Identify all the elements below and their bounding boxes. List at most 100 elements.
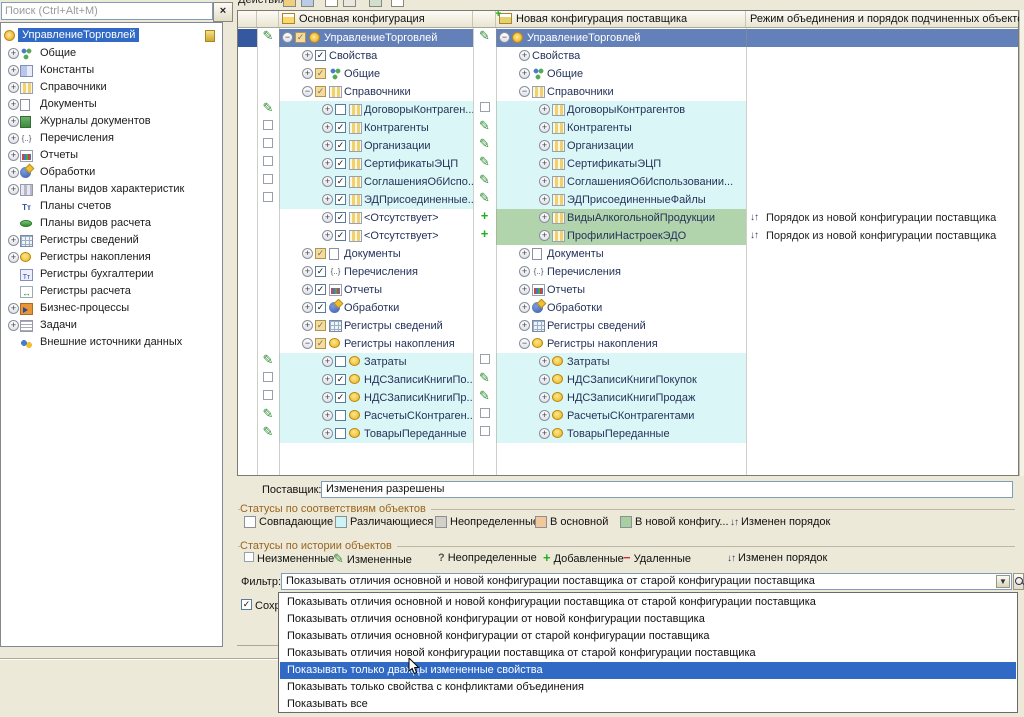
expander-icon[interactable]: + bbox=[322, 176, 333, 187]
sort-icon[interactable] bbox=[343, 0, 356, 7]
vendor-config-cell[interactable]: +ВидыАлкогольнойПродукции bbox=[496, 209, 746, 227]
sidebar-item[interactable]: +Общие bbox=[1, 45, 222, 62]
expander-icon[interactable]: + bbox=[302, 68, 313, 79]
sidebar-item[interactable]: Регистры расчета bbox=[1, 283, 222, 300]
main-config-cell[interactable]: +✓Общие bbox=[279, 65, 473, 83]
table-row[interactable]: +✓Контрагенты✎+Контрагенты bbox=[238, 119, 1018, 137]
expander-icon[interactable]: + bbox=[8, 320, 19, 331]
table-row[interactable]: +✓Отчеты+Отчеты bbox=[238, 281, 1018, 299]
table-row[interactable]: ✎+Затраты+Затраты bbox=[238, 353, 1018, 371]
expander-icon[interactable]: − bbox=[302, 86, 313, 97]
expander-icon[interactable]: + bbox=[322, 392, 333, 403]
sidebar-item[interactable]: +Обработки bbox=[1, 164, 222, 181]
merge-checkbox[interactable]: ✓ bbox=[315, 86, 326, 97]
table-row[interactable]: ✎+ТоварыПереданные+ТоварыПереданные bbox=[238, 425, 1018, 443]
merge-checkbox[interactable]: ✓ bbox=[335, 176, 346, 187]
merge-checkbox[interactable]: ✓ bbox=[315, 320, 326, 331]
table-row[interactable]: +✓СертификатыЭЦП✎+СертификатыЭЦП bbox=[238, 155, 1018, 173]
refresh-icon[interactable] bbox=[369, 0, 382, 7]
expander-icon[interactable]: + bbox=[322, 212, 333, 223]
main-config-cell[interactable]: −✓Справочники bbox=[279, 83, 473, 101]
expander-icon[interactable]: + bbox=[539, 158, 550, 169]
main-config-cell[interactable]: −✓Регистры накопления bbox=[279, 335, 473, 353]
row-selector-cell[interactable] bbox=[238, 209, 257, 227]
main-config-cell[interactable]: +✓Документы bbox=[279, 245, 473, 263]
expander-icon[interactable]: + bbox=[322, 122, 333, 133]
sidebar-item[interactable]: Внешние источники данных bbox=[1, 334, 222, 351]
main-config-cell[interactable]: +✓ЭДПрисоединенные... bbox=[279, 191, 473, 209]
sidebar-item[interactable]: +Журналы документов bbox=[1, 113, 222, 130]
expander-icon[interactable]: + bbox=[322, 104, 333, 115]
merge-checkbox[interactable] bbox=[335, 410, 346, 421]
expander-icon[interactable]: + bbox=[8, 167, 19, 178]
row-selector-cell[interactable] bbox=[238, 407, 257, 425]
vendor-config-cell[interactable]: +Регистры сведений bbox=[496, 317, 746, 335]
merge-mode-cell[interactable] bbox=[746, 245, 1018, 263]
sidebar-root-item[interactable]: УправлениеТорговлей bbox=[1, 27, 222, 44]
sidebar-item[interactable]: Планы видов расчета bbox=[1, 215, 222, 232]
expander-icon[interactable]: + bbox=[519, 248, 530, 259]
expander-icon[interactable]: + bbox=[539, 428, 550, 439]
expander-icon[interactable]: − bbox=[519, 338, 530, 349]
table-row[interactable]: ✎+ДоговорыКонтраген...+ДоговорыКонтраген… bbox=[238, 101, 1018, 119]
row-selector-cell[interactable] bbox=[238, 299, 257, 317]
merge-checkbox[interactable]: ✓ bbox=[335, 230, 346, 241]
merge-mode-cell[interactable] bbox=[746, 65, 1018, 83]
vendor-config-cell[interactable]: +Перечисления bbox=[496, 263, 746, 281]
expander-icon[interactable]: + bbox=[322, 356, 333, 367]
merge-checkbox[interactable]: ✓ bbox=[315, 68, 326, 79]
expander-icon[interactable]: − bbox=[282, 32, 293, 43]
merge-mode-cell[interactable] bbox=[746, 353, 1018, 371]
close-search-button[interactable]: × bbox=[213, 2, 233, 22]
main-config-cell[interactable]: +✓Обработки bbox=[279, 299, 473, 317]
table-row[interactable]: −✓Регистры накопления−Регистры накоплени… bbox=[238, 335, 1018, 353]
table-row[interactable]: +✓<Отсутствует>++ВидыАлкогольнойПродукци… bbox=[238, 209, 1018, 227]
filter-combobox[interactable]: Показывать отличия основной и новой конф… bbox=[281, 573, 1012, 590]
expander-icon[interactable]: + bbox=[519, 284, 530, 295]
expander-icon[interactable]: + bbox=[302, 266, 313, 277]
sidebar-item[interactable]: Планы счетов bbox=[1, 198, 222, 215]
vendor-config-cell[interactable]: +Свойства bbox=[496, 47, 746, 65]
sidebar-item[interactable]: +Регистры накопления bbox=[1, 249, 222, 266]
vendor-config-cell[interactable]: +Организации bbox=[496, 137, 746, 155]
merge-mode-cell[interactable] bbox=[746, 407, 1018, 425]
merge-mode-cell[interactable] bbox=[746, 371, 1018, 389]
row-selector-cell[interactable] bbox=[238, 317, 257, 335]
row-selector-cell[interactable] bbox=[238, 371, 257, 389]
row-selector-cell[interactable] bbox=[238, 29, 257, 47]
table-row[interactable]: +✓Перечисления +Перечисления bbox=[238, 263, 1018, 281]
merge-mode-cell[interactable]: ↓↑Порядок из новой конфигурации поставщи… bbox=[746, 209, 1018, 227]
vendor-config-cell[interactable]: +Затраты bbox=[496, 353, 746, 371]
table-row[interactable]: ✎−✓УправлениеТорговлей✎−УправлениеТоргов… bbox=[238, 29, 1018, 47]
table-icon[interactable] bbox=[301, 0, 314, 7]
vendor-config-cell[interactable]: +ЭДПрисоединенныеФайлы bbox=[496, 191, 746, 209]
expander-icon[interactable]: + bbox=[322, 410, 333, 421]
expander-icon[interactable]: + bbox=[302, 320, 313, 331]
expander-icon[interactable]: + bbox=[539, 410, 550, 421]
main-config-cell[interactable]: +✓Отчеты bbox=[279, 281, 473, 299]
expander-icon[interactable]: + bbox=[8, 235, 19, 246]
expander-icon[interactable]: + bbox=[322, 230, 333, 241]
row-selector-cell[interactable] bbox=[238, 191, 257, 209]
merge-checkbox[interactable]: ✓ bbox=[315, 50, 326, 61]
sidebar-item[interactable]: +Перечисления bbox=[1, 130, 222, 147]
vendor-config-cell[interactable]: +ТоварыПереданные bbox=[496, 425, 746, 443]
row-selector-cell[interactable] bbox=[238, 137, 257, 155]
merge-checkbox[interactable]: ✓ bbox=[315, 248, 326, 259]
vendor-config-cell[interactable]: +НДСЗаписиКнигиПокупок bbox=[496, 371, 746, 389]
table-row[interactable]: +✓ЭДПрисоединенные...✎+ЭДПрисоединенныеФ… bbox=[238, 191, 1018, 209]
expander-icon[interactable]: + bbox=[519, 302, 530, 313]
merge-checkbox[interactable]: ✓ bbox=[335, 140, 346, 151]
main-config-cell[interactable]: +✓Перечисления bbox=[279, 263, 473, 281]
merge-mode-cell[interactable] bbox=[746, 335, 1018, 353]
expander-icon[interactable]: + bbox=[8, 150, 19, 161]
main-config-cell[interactable]: +✓<Отсутствует> bbox=[279, 227, 473, 245]
merge-mode-cell[interactable] bbox=[746, 155, 1018, 173]
merge-mode-cell[interactable] bbox=[746, 281, 1018, 299]
main-config-cell[interactable]: +✓СоглашенияОбИспо... bbox=[279, 173, 473, 191]
filter-dropdown-item[interactable]: Показывать все bbox=[280, 696, 1016, 713]
expander-icon[interactable]: + bbox=[519, 320, 530, 331]
merge-checkbox[interactable]: ✓ bbox=[295, 32, 306, 43]
row-selector-cell[interactable] bbox=[238, 245, 257, 263]
merge-checkbox[interactable]: ✓ bbox=[315, 302, 326, 313]
